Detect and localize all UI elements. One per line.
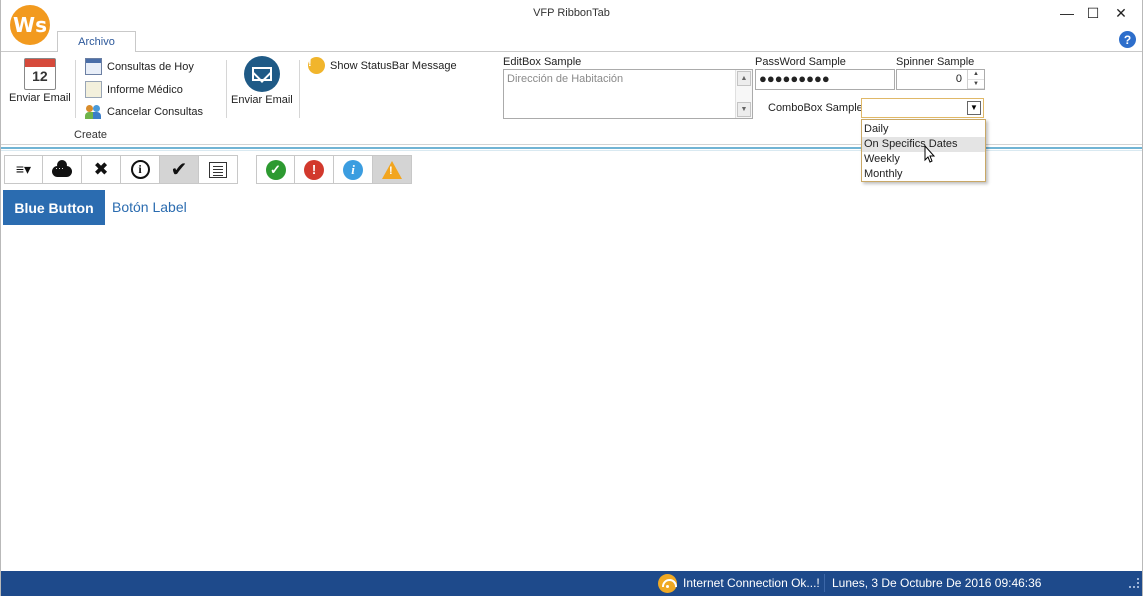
toolbar-group-1: ≡▾ ✖ i ✔ xyxy=(4,155,238,184)
checkmark-icon: ✔ xyxy=(170,159,188,181)
informe-medico-button[interactable]: Informe Médico xyxy=(85,81,183,98)
spinner-buttons[interactable]: ▲ ▼ xyxy=(967,70,984,89)
blue-button[interactable]: Blue Button xyxy=(3,190,105,225)
spinner-down-icon[interactable]: ▼ xyxy=(968,80,984,89)
combobox-select[interactable]: ▼ xyxy=(861,98,984,118)
ribbon-tab-row: Archivo ? xyxy=(1,28,1142,53)
ribbon-separator xyxy=(299,60,300,118)
cancelar-consultas-button[interactable]: Cancelar Consultas xyxy=(85,103,203,120)
dropdown-option-monthly[interactable]: Monthly xyxy=(862,167,985,182)
tab-archivo[interactable]: Archivo xyxy=(57,31,136,53)
show-statusbar-message-button[interactable]: ! Show StatusBar Message xyxy=(308,57,457,74)
success-button[interactable]: ✓ xyxy=(256,155,295,184)
status-bar: Internet Connection Ok...! Lunes, 3 De O… xyxy=(1,571,1142,596)
password-label: PassWord Sample xyxy=(755,56,846,68)
menu-icon: ≡▾ xyxy=(15,161,32,177)
cloud-icon xyxy=(52,160,72,177)
success-icon: ✓ xyxy=(265,159,286,180)
scroll-down-icon[interactable]: ▼ xyxy=(737,102,751,117)
error-icon: ! xyxy=(304,159,324,180)
informe-medico-label: Informe Médico xyxy=(107,83,183,96)
consultas-de-hoy-label: Consultas de Hoy xyxy=(107,60,194,73)
title-bar: Ws VFP RibbonTab — ☐ ✕ xyxy=(1,0,1142,45)
calendar-number: 12 xyxy=(32,68,48,84)
exclamation-icon: ! xyxy=(308,57,325,74)
editbox-scrollbar[interactable]: ▲ ▼ xyxy=(735,70,752,118)
document-icon xyxy=(85,81,102,98)
resize-grip-icon[interactable] xyxy=(1129,578,1139,588)
password-field[interactable]: ●●●●●●●●● xyxy=(755,69,895,90)
status-datetime: Lunes, 3 De Octubre De 2016 09:46:36 xyxy=(832,576,1042,590)
info-outline-icon: i xyxy=(130,160,150,179)
checkmark-button[interactable]: ✔ xyxy=(160,155,199,184)
menu-button[interactable]: ≡▾ xyxy=(4,155,43,184)
info-outline-button[interactable]: i xyxy=(121,155,160,184)
ribbon-separator xyxy=(75,60,76,118)
boton-label: Botón Label xyxy=(112,199,187,215)
enviar-email-label: Enviar Email xyxy=(231,94,293,106)
error-button[interactable]: ! xyxy=(295,155,334,184)
window-title: VFP RibbonTab xyxy=(533,7,610,19)
enviar-email-mail-button[interactable]: Enviar Email xyxy=(231,56,293,106)
mail-icon xyxy=(243,56,280,92)
help-icon[interactable]: ? xyxy=(1119,31,1136,48)
spinner-field[interactable]: 0 ▲ ▼ xyxy=(896,69,985,90)
calendar-icon: 12 xyxy=(23,58,56,90)
cancelar-consultas-label: Cancelar Consultas xyxy=(107,105,203,118)
users-icon xyxy=(85,103,102,120)
status-separator xyxy=(824,574,825,592)
show-statusbar-message-label: Show StatusBar Message xyxy=(330,59,457,72)
cloud-button[interactable] xyxy=(43,155,82,184)
close-button[interactable]: ✕ xyxy=(1107,2,1135,24)
list-button[interactable] xyxy=(199,155,238,184)
tools-icon: ✖ xyxy=(93,159,109,179)
wifi-icon xyxy=(658,574,677,593)
chevron-down-icon[interactable]: ▼ xyxy=(967,101,981,115)
ribbon-separator xyxy=(226,60,227,118)
editbox-value: Dirección de Habitación xyxy=(507,73,624,85)
app-logo[interactable]: Ws xyxy=(10,5,50,45)
connection-status: Internet Connection Ok...! xyxy=(683,576,820,590)
info-button[interactable]: i xyxy=(334,155,373,184)
calendar-small-icon xyxy=(85,58,102,75)
editbox-input[interactable]: Dirección de Habitación ▲ ▼ xyxy=(503,69,753,119)
enviar-email-calendar-button[interactable]: 12 Enviar Email xyxy=(9,58,71,104)
tools-button[interactable]: ✖ xyxy=(82,155,121,184)
warning-icon: ! xyxy=(382,160,402,179)
editbox-label: EditBox Sample xyxy=(503,56,582,68)
spinner-up-icon[interactable]: ▲ xyxy=(968,70,984,80)
scroll-up-icon[interactable]: ▲ xyxy=(737,71,751,86)
warning-button[interactable]: ! xyxy=(373,155,412,184)
combobox-label: ComboBox Sample xyxy=(768,102,863,114)
consultas-de-hoy-button[interactable]: Consultas de Hoy xyxy=(85,58,194,75)
minimize-button[interactable]: — xyxy=(1053,2,1081,24)
toolbar-group-2: ✓ ! i ! xyxy=(256,155,412,184)
info-icon: i xyxy=(343,159,363,180)
mouse-cursor-icon xyxy=(924,145,936,163)
maximize-button[interactable]: ☐ xyxy=(1079,2,1107,24)
enviar-email-label: Enviar Email xyxy=(9,92,71,104)
dropdown-option-daily[interactable]: Daily xyxy=(862,122,985,137)
spinner-label: Spinner Sample xyxy=(896,56,975,68)
app-window: Ws VFP RibbonTab — ☐ ✕ Archivo ? 12 Envi… xyxy=(0,0,1143,596)
ribbon-group-label-create: Create xyxy=(74,129,108,141)
list-icon xyxy=(209,161,227,178)
spinner-value: 0 xyxy=(955,73,962,85)
